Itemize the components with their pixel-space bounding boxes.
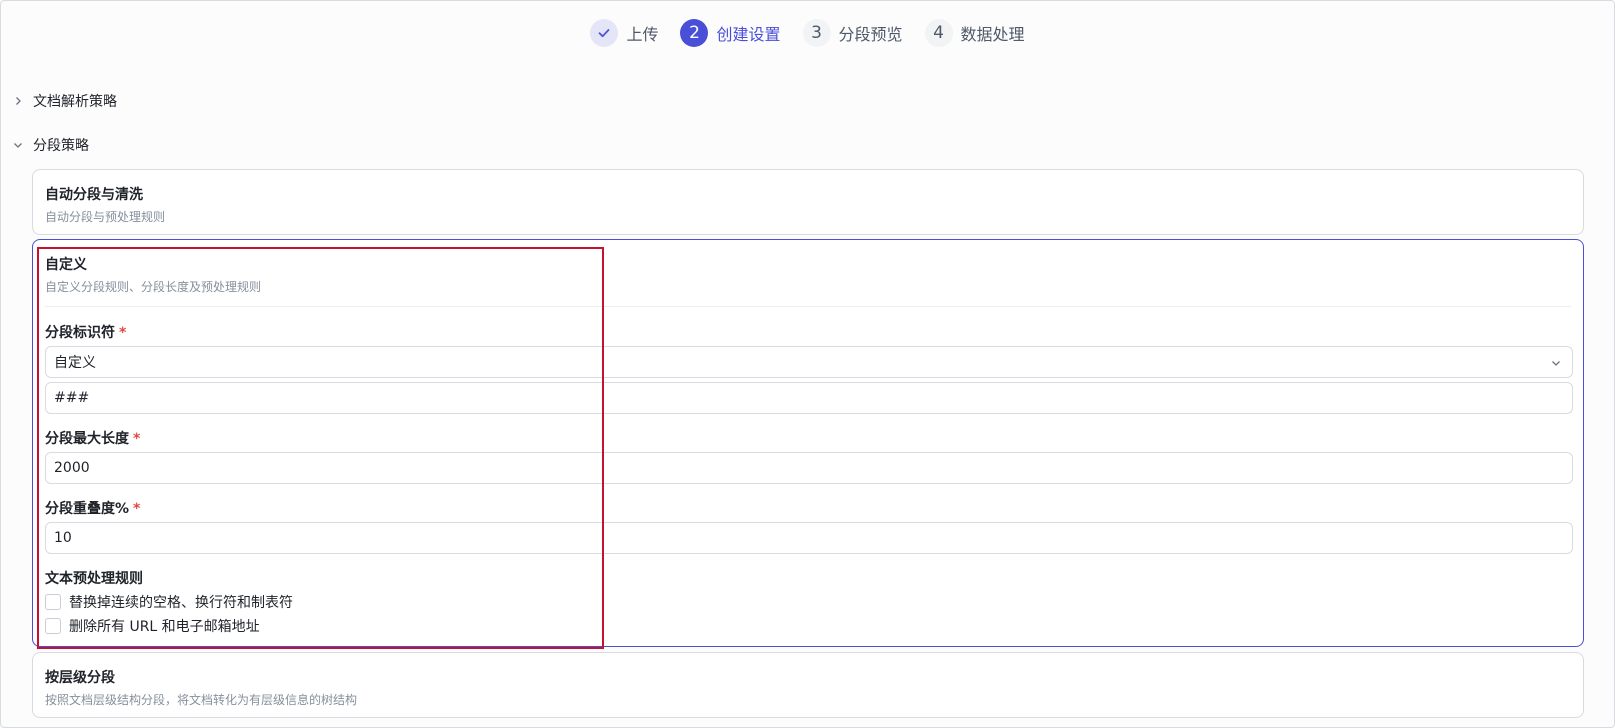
required-mark: * [133, 501, 141, 517]
step-label: 分段预览 [838, 25, 903, 44]
section-parse-strategy[interactable]: 文档解析策略 [13, 91, 117, 111]
separator-label: 分段标识符 * [45, 325, 127, 341]
checkbox[interactable] [45, 594, 61, 610]
step-chunk-preview[interactable]: 3 分段预览 [802, 19, 903, 47]
card-custom-chunk[interactable]: 自定义 自定义分段规则、分段长度及预处理规则 分段标识符 * 自定义 ### 分段… [32, 239, 1584, 647]
section-title: 分段策略 [33, 138, 89, 154]
card-title: 自动分段与清洗 [45, 187, 143, 203]
overlap-input[interactable]: 10 [45, 522, 1573, 554]
stepper: 上传 2 创建设置 3 分段预览 4 数据处理 [1, 19, 1614, 47]
required-mark: * [133, 431, 141, 447]
step-label: 创建设置 [716, 25, 781, 44]
max-length-input[interactable]: 2000 [45, 452, 1573, 484]
card-desc: 按照文档层级结构分段，将文档转化为有层级信息的树结构 [45, 693, 358, 707]
divider [45, 306, 1571, 307]
chevron-down-icon [1552, 361, 1560, 366]
overlap-label: 分段重叠度% * [45, 501, 141, 517]
card-title: 按层级分段 [45, 670, 115, 686]
section-title: 文档解析策略 [33, 94, 117, 110]
step-number: 4 [924, 19, 953, 47]
card-desc: 自定义分段规则、分段长度及预处理规则 [45, 280, 262, 294]
preprocess-label: 文本预处理规则 [45, 571, 143, 587]
check-icon [590, 19, 619, 47]
card-hierarchy-chunk[interactable]: 按层级分段 按照文档层级结构分段，将文档转化为有层级信息的树结构 [32, 652, 1584, 718]
card-title: 自定义 [45, 257, 87, 273]
section-chunk-strategy[interactable]: 分段策略 [13, 135, 89, 155]
step-number: 3 [802, 19, 831, 47]
step-upload[interactable]: 上传 [590, 19, 658, 47]
card-desc: 自动分段与预处理规则 [45, 210, 166, 224]
separator-input[interactable]: ### [45, 382, 1573, 414]
step-label: 数据处理 [960, 25, 1025, 44]
rule-remove-urls[interactable]: 删除所有 URL 和电子邮箱地址 [45, 616, 260, 636]
step-create-settings[interactable]: 2 创建设置 [680, 19, 781, 47]
card-auto-chunk[interactable]: 自动分段与清洗 自动分段与预处理规则 [32, 169, 1584, 235]
step-data-processing[interactable]: 4 数据处理 [924, 19, 1025, 47]
step-label: 上传 [626, 25, 659, 44]
checkbox[interactable] [45, 618, 61, 634]
page-frame: 上传 2 创建设置 3 分段预览 4 数据处理 文档解析策略 分段策略 自动分段… [0, 0, 1615, 728]
max-length-label: 分段最大长度 * [45, 431, 141, 447]
step-number: 2 [680, 19, 709, 47]
required-mark: * [119, 325, 127, 341]
rule-replace-whitespace[interactable]: 替换掉连续的空格、换行符和制表符 [45, 592, 293, 612]
separator-select[interactable]: 自定义 [45, 346, 1573, 378]
chevron-down-icon [14, 143, 22, 148]
chevron-right-icon [16, 97, 21, 105]
